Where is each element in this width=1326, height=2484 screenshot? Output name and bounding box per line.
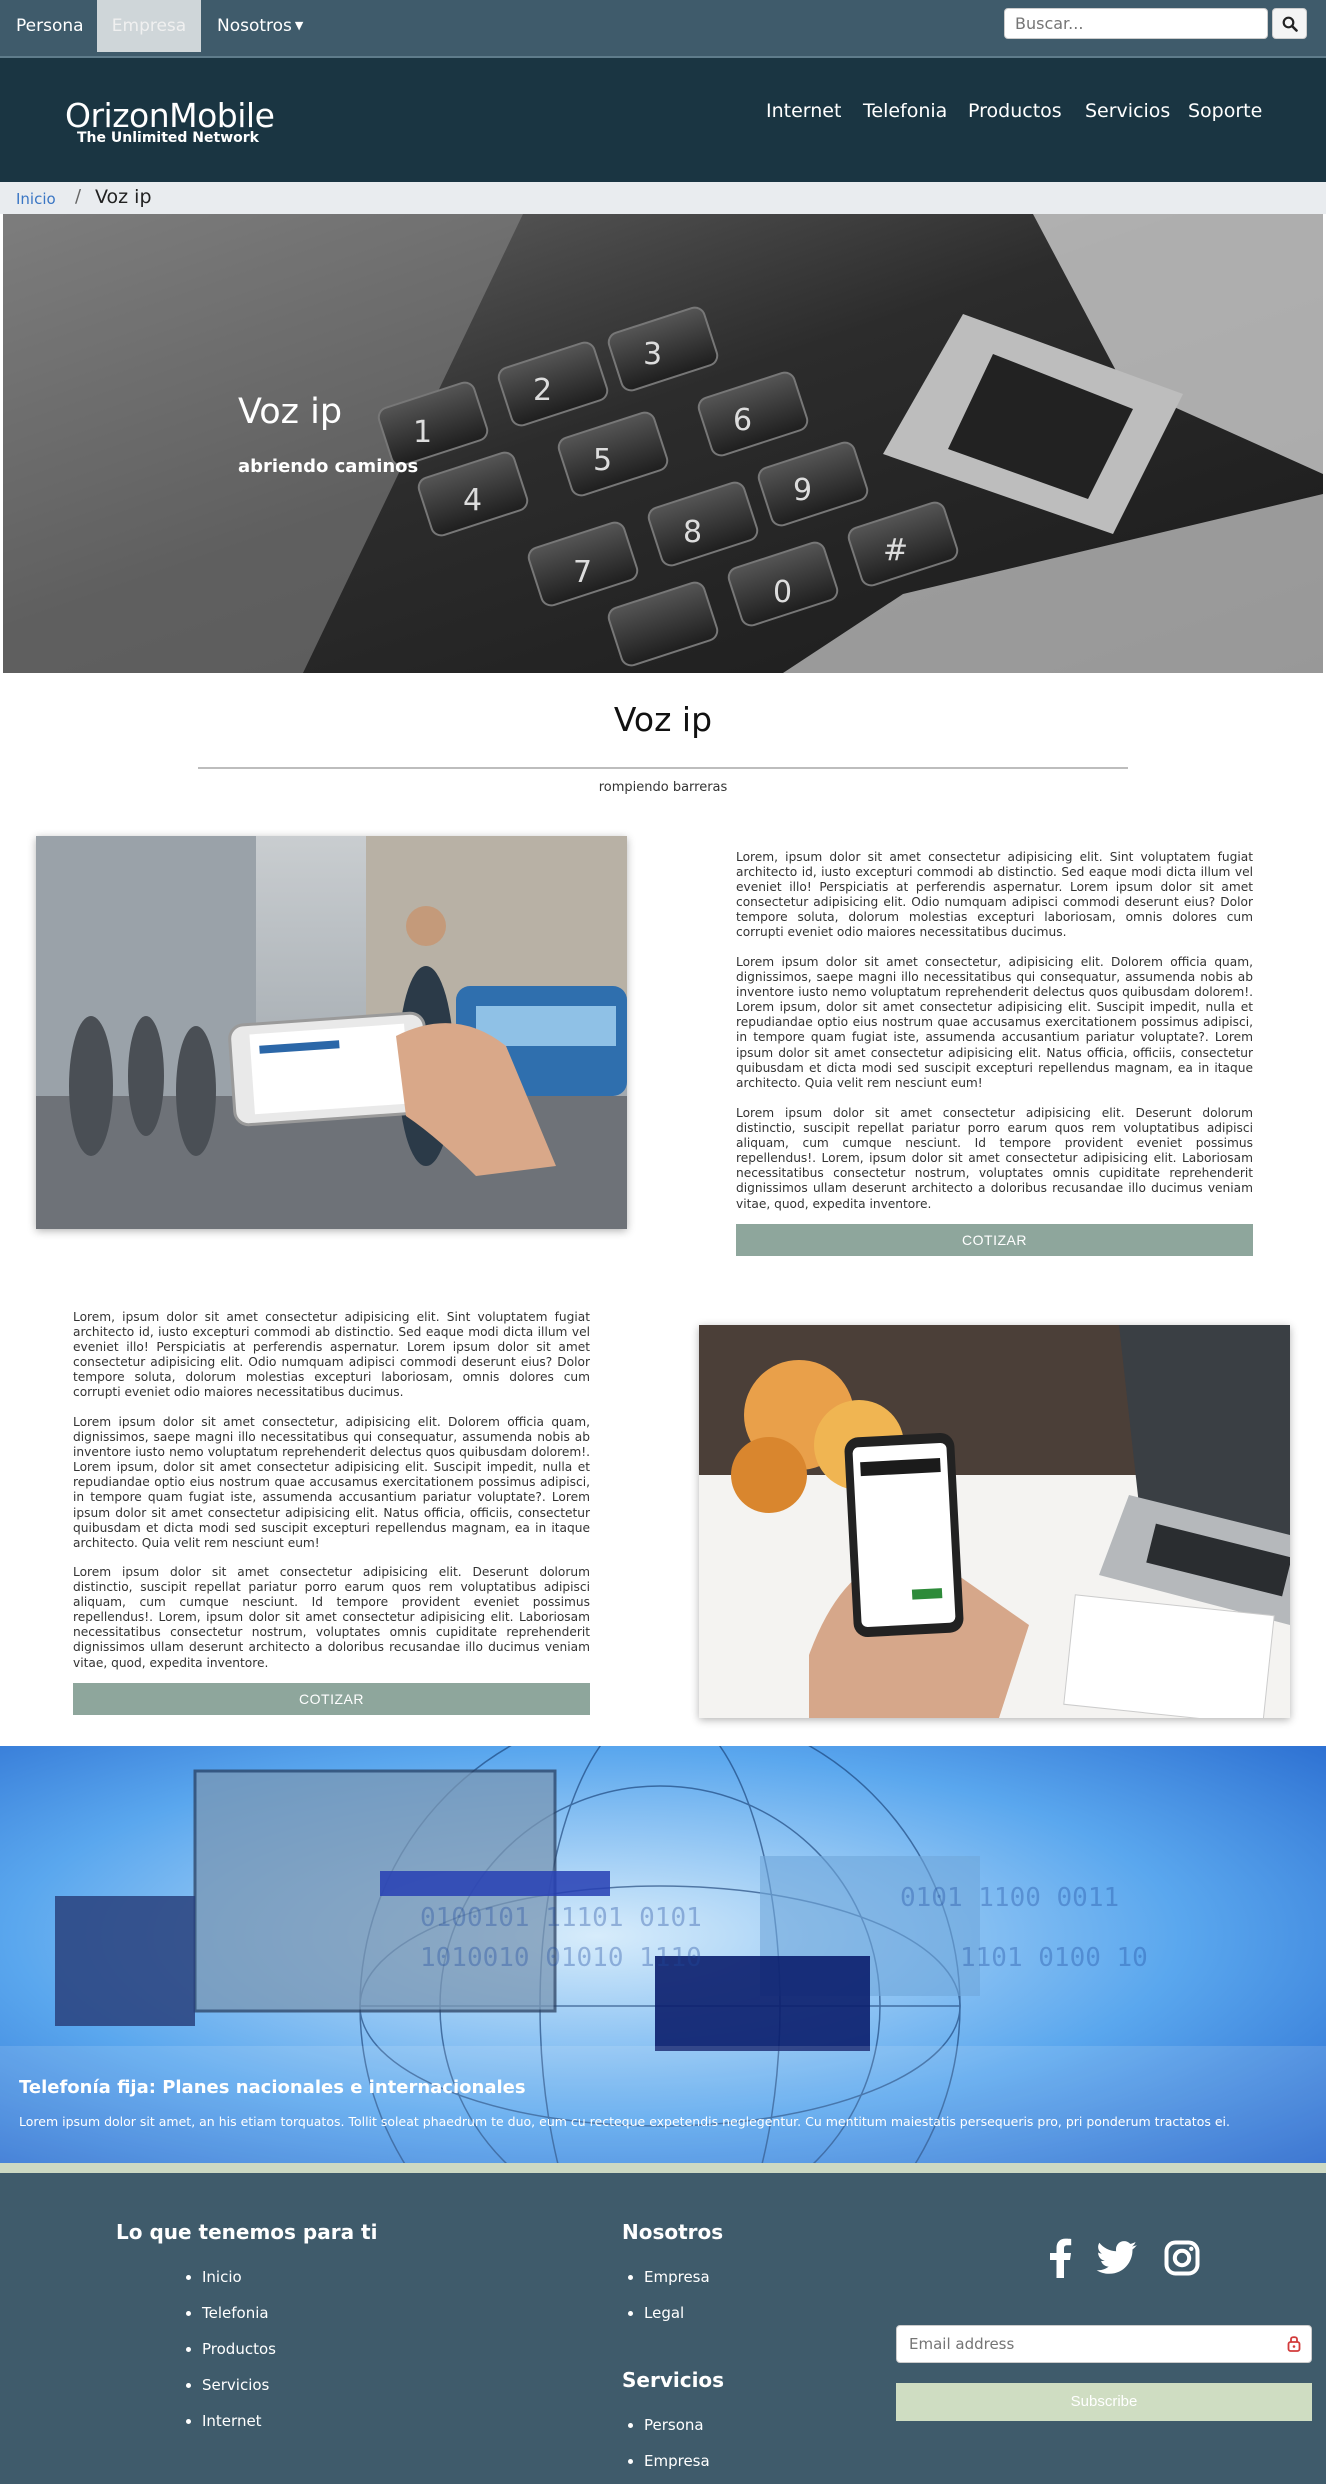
footer-col2-list: Empresa Legal [622, 2267, 710, 2339]
facebook-icon[interactable] [1047, 2238, 1073, 2278]
paragraph-1a: Lorem, ipsum dolor sit amet consectetur … [736, 850, 1253, 940]
tab-persona[interactable]: Persona [16, 0, 84, 52]
site-header: OrizonMobile The Unlimited Network Inter… [0, 58, 1326, 182]
footer-col1-list: Inicio Telefonia Productos Servicios Int… [180, 2267, 276, 2447]
footer-link-servicios[interactable]: Servicios [202, 2375, 276, 2411]
footer-col2-title: Nosotros [622, 2220, 724, 2244]
desk-phone-photo [699, 1325, 1290, 1718]
email-field[interactable] [896, 2325, 1312, 2363]
tab-nosotros[interactable]: Nosotros ▼ [217, 0, 303, 52]
cotizar-button-2[interactable]: COTIZAR [73, 1683, 590, 1715]
svg-text:8: 8 [683, 515, 702, 550]
breadcrumb-home[interactable]: Inicio [16, 190, 56, 208]
caret-down-icon: ▼ [294, 19, 304, 32]
digital-network-image: 0100101 11101 0101 1010010 01010 1110 01… [0, 1746, 1326, 2168]
lock-icon [1287, 2336, 1301, 2352]
footer-link-empresa[interactable]: Empresa [644, 2267, 710, 2303]
breadcrumb: Inicio / Voz ip [0, 182, 1326, 214]
nav-productos[interactable]: Productos [968, 100, 1062, 122]
svg-text:1101 0100 10: 1101 0100 10 [960, 1943, 1148, 1973]
section-title: Voz ip [613, 700, 713, 739]
svg-text:0: 0 [773, 575, 792, 610]
breadcrumb-separator: / [75, 186, 82, 207]
banner-title: Telefonía fija: Planes nacionales e inte… [19, 2077, 526, 2098]
top-bar: Persona Empresa Nosotros ▼ [0, 0, 1326, 58]
svg-text:1: 1 [413, 415, 432, 450]
subscribe-button[interactable]: Subscribe [896, 2383, 1312, 2421]
cotizar-button[interactable]: COTIZAR [736, 1224, 1253, 1256]
twitter-icon[interactable] [1096, 2241, 1138, 2275]
instagram-icon[interactable] [1164, 2240, 1200, 2276]
nav-telefonia[interactable]: Telefonia [863, 100, 947, 122]
hero-title: Voz ip [238, 392, 343, 432]
paragraph-2b: Lorem ipsum dolor sit amet consectetur, … [73, 1415, 590, 1550]
svg-text:0101 1100 0011: 0101 1100 0011 [900, 1883, 1119, 1913]
footer-accent-strip [0, 2163, 1326, 2173]
street-phone-photo [36, 836, 627, 1229]
footer-link-telefonia[interactable]: Telefonia [202, 2303, 276, 2339]
hero-subtitle: abriendo caminos [238, 456, 419, 477]
nav-soporte[interactable]: Soporte [1188, 100, 1262, 122]
footer-link-productos[interactable]: Productos [202, 2339, 276, 2375]
svg-text:9: 9 [793, 473, 812, 508]
footer-link-empresa-2[interactable]: Empresa [644, 2451, 710, 2484]
paragraph-1b: Lorem ipsum dolor sit amet consectetur, … [736, 955, 1253, 1090]
tab-empresa[interactable]: Empresa [97, 0, 201, 52]
search-button[interactable] [1272, 8, 1307, 39]
svg-text:0100101 11101 0101: 0100101 11101 0101 [420, 1903, 702, 1933]
divider [198, 767, 1128, 769]
search-input[interactable] [1004, 8, 1268, 39]
tagline: The Unlimited Network [77, 130, 259, 146]
banner-text: Lorem ipsum dolor sit amet, an his etiam… [19, 2114, 1230, 2129]
svg-text:2: 2 [533, 373, 552, 408]
paragraph-2c: Lorem ipsum dolor sit amet consectetur a… [73, 1565, 590, 1670]
breadcrumb-current: Voz ip [95, 186, 152, 208]
svg-text:3: 3 [643, 337, 662, 372]
nav-servicios[interactable]: Servicios [1085, 100, 1170, 122]
promo-banner: 0100101 11101 0101 1010010 01010 1110 01… [0, 1746, 1326, 2168]
svg-text:4: 4 [463, 483, 482, 518]
footer-col3-title: Servicios [622, 2368, 725, 2392]
paragraph-2a: Lorem, ipsum dolor sit amet consectetur … [73, 1310, 590, 1400]
street-phone-image [36, 836, 627, 1229]
svg-text:6: 6 [733, 403, 752, 438]
svg-text:5: 5 [593, 443, 612, 478]
search-icon [1282, 16, 1298, 32]
section-subtitle: rompiendo barreras [598, 780, 728, 795]
tab-nosotros-label: Nosotros [217, 16, 292, 36]
svg-text:1010010 01010 1110: 1010010 01010 1110 [420, 1943, 702, 1973]
footer-link-legal[interactable]: Legal [644, 2303, 710, 2339]
footer-link-internet[interactable]: Internet [202, 2411, 276, 2447]
nav-internet[interactable]: Internet [766, 100, 841, 122]
footer-link-inicio[interactable]: Inicio [202, 2267, 276, 2303]
paragraph-1c: Lorem ipsum dolor sit amet consectetur a… [736, 1106, 1253, 1211]
phone-keypad-image: 1 2 3 4 5 6 7 8 9 0 # [3, 214, 1323, 673]
footer-col1-title: Lo que tenemos para ti [116, 2220, 378, 2244]
desk-phone-image [699, 1325, 1290, 1718]
svg-text:7: 7 [573, 555, 592, 590]
footer-col3-list: Persona Empresa [622, 2415, 710, 2484]
svg-text:#: # [883, 533, 908, 568]
hero-banner: 1 2 3 4 5 6 7 8 9 0 # Voz ip abriendo caminos [3, 214, 1323, 673]
footer-link-persona[interactable]: Persona [644, 2415, 710, 2451]
